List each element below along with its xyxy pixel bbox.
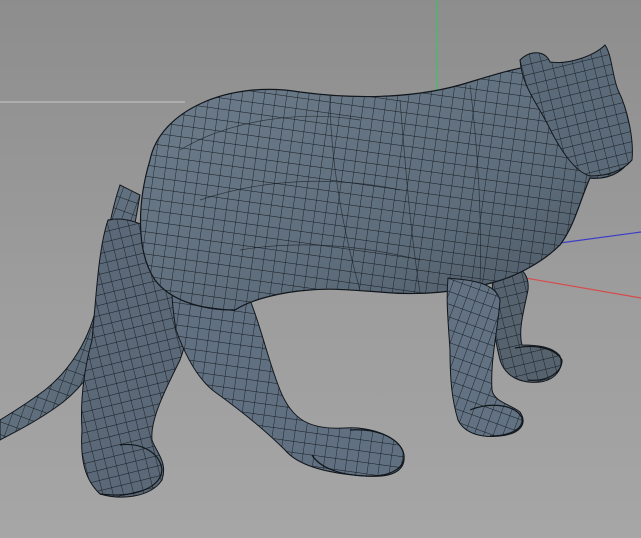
3d-viewport[interactable] [0, 0, 641, 538]
viewport-canvas[interactable] [0, 0, 641, 538]
